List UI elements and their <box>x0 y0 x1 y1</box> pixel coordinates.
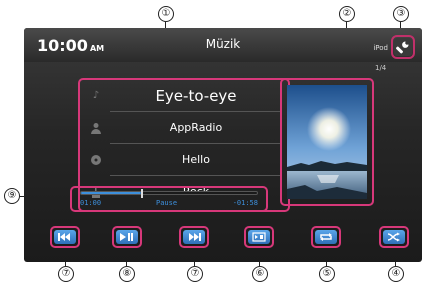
info-row-song: ♪ Eye-to-eye <box>80 80 288 112</box>
shuffle-icon <box>387 232 400 242</box>
callout-7-left: ⑦ <box>58 266 74 282</box>
shuffle-button[interactable] <box>379 226 409 248</box>
wrench-icon <box>396 41 409 54</box>
page-indicator: 1/4 <box>375 64 387 72</box>
playback-progress-area: 01:00 Pause -01:58 <box>70 186 268 212</box>
remaining-time: -01:58 <box>232 199 258 207</box>
progress-knob[interactable] <box>140 189 143 198</box>
callout-2: ② <box>339 6 355 22</box>
callout-3: ③ <box>393 6 409 22</box>
callout-5: ⑤ <box>319 266 335 282</box>
source-label: iPod <box>373 44 388 52</box>
repeat-face <box>315 230 337 244</box>
previous-track-face <box>54 230 76 244</box>
previous-track-button[interactable] <box>50 226 80 248</box>
person-icon <box>90 122 102 134</box>
callout-9: ⑨ <box>4 188 20 204</box>
play-pause-button[interactable] <box>112 226 142 248</box>
song-title: Eye-to-eye <box>110 80 282 112</box>
album-art-image <box>287 85 367 199</box>
info-row-artist: AppRadio <box>80 112 288 144</box>
callout-1: ① <box>158 6 174 22</box>
album-name: Hello <box>110 144 282 176</box>
video-mode-face <box>248 230 270 244</box>
callout-6: ⑥ <box>252 266 268 282</box>
skip-forward-icon <box>189 233 201 241</box>
video-mode-button[interactable] <box>244 226 274 248</box>
disc-icon <box>90 154 102 166</box>
skip-back-icon <box>58 233 70 241</box>
play-pause-icon <box>120 233 133 241</box>
next-track-face <box>183 230 205 244</box>
music-note-icon: ♪ <box>92 90 100 101</box>
progress-bar[interactable] <box>80 189 258 198</box>
callout-4: ④ <box>388 266 404 282</box>
progress-fill <box>81 192 141 194</box>
status-bar: 10:00 AM Müzik iPod <box>24 28 422 62</box>
repeat-button[interactable] <box>311 226 341 248</box>
settings-button[interactable] <box>391 35 415 59</box>
screen-title: Müzik <box>205 37 241 51</box>
info-row-album: Hello <box>80 144 288 176</box>
elapsed-time: 01:00 <box>80 199 102 207</box>
next-track-button[interactable] <box>179 226 209 248</box>
shuffle-face <box>383 230 405 244</box>
album-art-frame <box>280 78 374 206</box>
playback-status: Pause <box>156 199 178 207</box>
artist-name: AppRadio <box>110 112 282 144</box>
callout-7-right: ⑦ <box>187 266 203 282</box>
play-pause-face <box>116 230 138 244</box>
music-player-screen: 10:00 AM Müzik iPod 1/4 ♪ Eye-to-eye AppR… <box>24 28 422 262</box>
repeat-icon <box>320 233 332 241</box>
progress-labels: 01:00 Pause -01:58 <box>80 199 258 209</box>
callout-8: ⑧ <box>119 266 135 282</box>
video-icon <box>252 232 266 242</box>
